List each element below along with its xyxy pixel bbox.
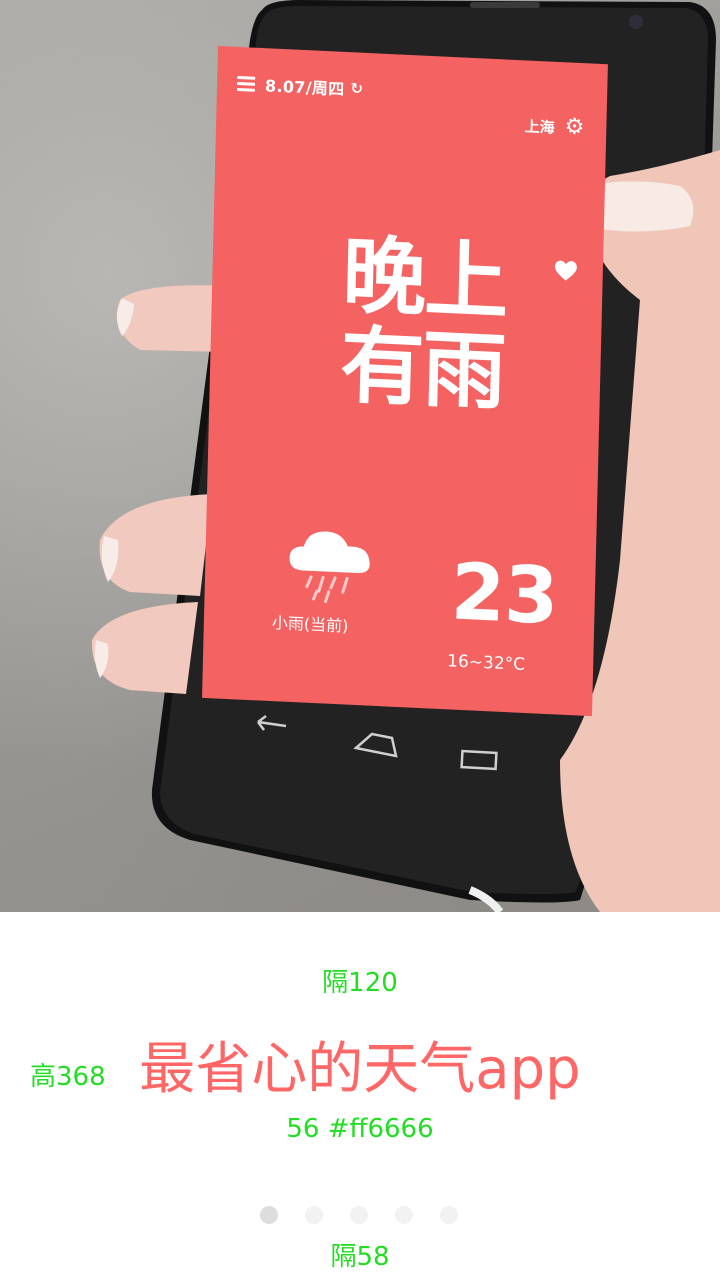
hero-photo: 8.07/周四 ↻ 上海 ⚙ 晚上 有雨 小雨(当前) 23 16~32°C [0, 0, 720, 912]
gear-icon[interactable]: ⚙ [564, 114, 584, 140]
page-dot-3[interactable] [350, 1206, 368, 1224]
temperature-range: 16~32°C [446, 651, 526, 675]
status-bar: 8.07/周四 ↻ [236, 71, 364, 101]
phone-screen: 8.07/周四 ↻ 上海 ⚙ 晚上 有雨 小雨(当前) 23 16~32°C [202, 46, 608, 717]
date-label: 8.07/周四 [264, 76, 345, 99]
city-label[interactable]: 上海 [524, 115, 555, 137]
annotation-gap-bottom: 隔58 [330, 1242, 390, 1272]
page-dot-1[interactable] [260, 1206, 278, 1224]
menu-icon[interactable] [236, 75, 257, 92]
annotation-gap-top: 隔120 [322, 968, 398, 998]
front-camera [629, 15, 643, 29]
current-condition: 小雨(当前) [271, 613, 349, 636]
page-indicator [260, 1206, 460, 1224]
heart-icon[interactable] [553, 258, 580, 283]
page-dot-4[interactable] [395, 1206, 413, 1224]
page-dot-5[interactable] [440, 1206, 458, 1224]
headline-line-2: 有雨 [339, 316, 506, 422]
location-bar: 上海 ⚙ [524, 114, 584, 140]
refresh-icon[interactable]: ↻ [350, 79, 363, 98]
rain-cloud-icon [289, 531, 370, 604]
forecast-headline: 晚上 有雨 [339, 226, 508, 422]
current-temperature: 23 [449, 547, 559, 643]
annotation-font-spec: 56 #ff6666 [286, 1114, 434, 1144]
headline-line-1: 晚上 [341, 226, 508, 332]
page-dot-2[interactable] [305, 1206, 323, 1224]
tagline: 最省心的天气app [139, 1037, 581, 1102]
earpiece [470, 2, 540, 8]
